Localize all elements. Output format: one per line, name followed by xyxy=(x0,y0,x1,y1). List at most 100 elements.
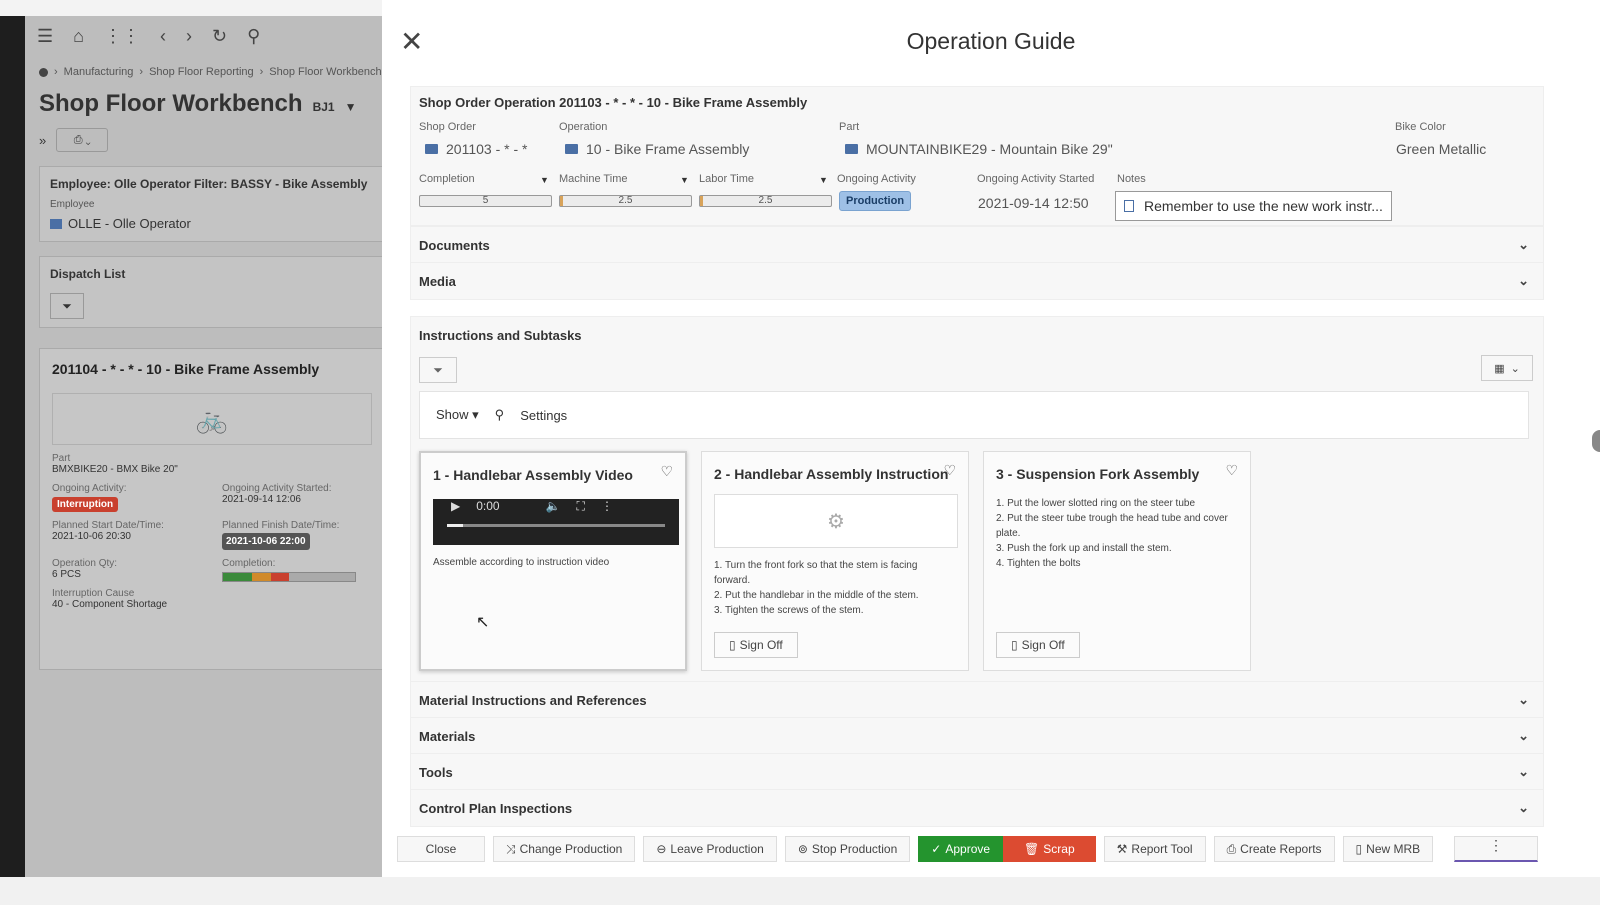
control-plan-section[interactable]: Control Plan Inspections ⌄ xyxy=(410,789,1544,827)
breadcrumb-item[interactable]: Shop Floor Reporting xyxy=(149,66,254,78)
chevron-down-icon[interactable]: ⌄ xyxy=(1518,728,1529,744)
apps-grid-icon[interactable]: ⋮⋮ xyxy=(104,26,140,47)
play-icon[interactable]: ▶ xyxy=(451,499,460,514)
instructions-section: Instructions and Subtasks ⏷ ▦ ⌄ Show ▾ ⚲ … xyxy=(410,316,1544,694)
caret-down-icon[interactable]: ▼ xyxy=(819,175,828,185)
material-instructions-section[interactable]: Material Instructions and References ⌄ xyxy=(410,681,1544,719)
view-selector[interactable]: ⎙ ⌄ xyxy=(56,128,109,152)
qty-value: 6 PCS xyxy=(52,569,81,580)
side-handle[interactable] xyxy=(1592,430,1600,452)
forward-icon[interactable]: › xyxy=(186,26,192,47)
status-badge: Production xyxy=(839,191,912,211)
operation-heading: Shop Order Operation 201103 - * - * - 10… xyxy=(419,95,808,110)
instruction-card[interactable]: 2 - Handlebar Assembly Instruction ♡ ⚙ 1… xyxy=(701,451,969,671)
show-dropdown[interactable]: Show ▾ xyxy=(436,407,479,423)
expand-icon[interactable]: » xyxy=(39,133,46,148)
print-icon: ⎙ xyxy=(1226,841,1237,856)
filter-icon[interactable]: ⏷ xyxy=(50,293,84,319)
completion-bar: 5 xyxy=(419,195,552,207)
report-tool-button[interactable]: ⚒ Report Tool xyxy=(1103,836,1206,862)
app-root: ☰ ⌂ ⋮⋮ ‹ › ↻ ⚲ › Manufacturing › Shop Fl… xyxy=(0,0,1600,905)
machine-time-label: Machine Time xyxy=(559,173,628,185)
shuffle-icon: ⤨ xyxy=(506,841,516,856)
fullscreen-icon[interactable]: ⛶ xyxy=(577,499,585,514)
instruction-card[interactable]: 3 - Suspension Fork Assembly ♡ 1. Put th… xyxy=(983,451,1251,671)
chevron-down-icon[interactable]: ⌄ xyxy=(1518,273,1529,289)
scrap-button[interactable]: 🗑 Scrap xyxy=(1003,836,1096,862)
breadcrumb-home-icon[interactable] xyxy=(39,67,48,77)
caret-down-icon[interactable]: ▼ xyxy=(540,175,549,185)
video-time: 0:00 xyxy=(476,499,500,513)
sign-off-button[interactable]: ▯ Sign Off xyxy=(996,632,1080,658)
clipboard-icon: ▯ xyxy=(1011,638,1018,652)
record-icon xyxy=(50,218,62,229)
title-suffix[interactable]: BJ1 xyxy=(313,100,335,114)
heart-icon[interactable]: ♡ xyxy=(660,463,673,480)
planned-start-value: 2021-10-06 20:30 xyxy=(52,531,131,542)
operation-value[interactable]: 10 - Bike Frame Assembly xyxy=(565,141,749,157)
video-player[interactable]: ▶ 0:00 🔈 ⛶ ⋮ xyxy=(433,499,679,545)
tool-icon: ⚒ xyxy=(1116,842,1128,856)
labor-time-bar: 2.5 xyxy=(699,195,832,207)
part-value[interactable]: MOUNTAINBIKE29 - Mountain Bike 29" xyxy=(845,141,1113,157)
heart-icon[interactable]: ♡ xyxy=(1225,462,1238,479)
card-title: 2 - Handlebar Assembly Instruction xyxy=(714,466,949,482)
breadcrumb-item[interactable]: Shop Floor Workbench xyxy=(269,66,381,78)
chevron-down-icon: ⌄ xyxy=(1510,362,1520,375)
search-icon[interactable]: ⚲ xyxy=(495,407,505,423)
menu-icon[interactable]: ☰ xyxy=(37,26,53,47)
more-options-icon[interactable]: ⋮ xyxy=(1454,836,1538,862)
grid-view-button[interactable]: ▦ ⌄ xyxy=(1481,355,1533,381)
documents-section[interactable]: Documents ⌄ xyxy=(410,226,1544,264)
back-icon[interactable]: ‹ xyxy=(160,26,166,47)
more-options-icon[interactable]: ⋮ xyxy=(601,499,613,514)
create-reports-button[interactable]: ⎙ Create Reports xyxy=(1213,836,1335,862)
leave-production-button[interactable]: ⊖ Leave Production xyxy=(643,836,777,862)
tools-section[interactable]: Tools ⌄ xyxy=(410,753,1544,791)
employee-value[interactable]: OLLE - Olle Operator xyxy=(50,216,373,231)
instructions-heading: Instructions and Subtasks xyxy=(419,327,582,343)
refresh-icon[interactable]: ↻ xyxy=(212,26,227,47)
media-section[interactable]: Media ⌄ xyxy=(410,262,1544,300)
home-icon[interactable]: ⌂ xyxy=(73,26,84,47)
notes-field[interactable]: Remember to use the new work instr... xyxy=(1115,191,1392,221)
card-title: 1 - Handlebar Assembly Video xyxy=(433,467,633,483)
search-icon[interactable]: ⚲ xyxy=(247,26,260,47)
volume-icon[interactable]: 🔈 xyxy=(546,499,561,514)
caret-down-icon[interactable]: ▼ xyxy=(680,175,689,185)
operation-guide-panel: ✕ Operation Guide Shop Order Operation 2… xyxy=(382,0,1600,877)
bottom-strip xyxy=(0,877,1600,905)
chevron-down-icon[interactable]: ⌄ xyxy=(1518,800,1529,816)
settings-link[interactable]: Settings xyxy=(520,408,567,423)
document-icon: ▯ xyxy=(1355,842,1363,856)
breadcrumb: › Manufacturing › Shop Floor Reporting ›… xyxy=(25,56,382,78)
video-progress[interactable] xyxy=(447,524,665,527)
close-button[interactable]: Close xyxy=(397,836,485,862)
shop-order-value[interactable]: 201103 - * - * xyxy=(425,141,527,157)
instruction-card[interactable]: 1 - Handlebar Assembly Video ♡ ▶ 0:00 🔈 … xyxy=(419,451,687,671)
document-icon xyxy=(1124,200,1134,212)
sign-off-button[interactable]: ▯ Sign Off xyxy=(714,632,798,658)
notes-label: Notes xyxy=(1117,173,1146,185)
handlebar-image: ⚙ xyxy=(714,494,958,548)
chevron-down-icon[interactable]: ⌄ xyxy=(1518,764,1529,780)
new-mrb-button[interactable]: ▯ New MRB xyxy=(1342,836,1434,862)
clipboard-icon: ▯ xyxy=(729,638,736,652)
chevron-down-icon[interactable]: ⌄ xyxy=(1518,692,1529,708)
caret-down-icon[interactable]: ▼ xyxy=(345,100,357,114)
card-text: Assemble according to instruction video xyxy=(433,557,610,568)
change-production-button[interactable]: ⤨ Change Production xyxy=(493,836,636,862)
filter-icon[interactable]: ⏷ xyxy=(419,357,457,383)
panel-title: Operation Guide xyxy=(906,28,1076,54)
left-nav-strip xyxy=(0,16,25,877)
stop-production-button[interactable]: ⊚ Stop Production xyxy=(784,836,911,862)
bike-icon: 🚲 xyxy=(52,393,372,445)
chevron-down-icon[interactable]: ⌄ xyxy=(1518,237,1529,253)
materials-section[interactable]: Materials ⌄ xyxy=(410,717,1544,755)
heart-icon[interactable]: ♡ xyxy=(943,462,956,479)
planned-finish-label: Planned Finish Date/Time: xyxy=(222,520,340,531)
breadcrumb-item[interactable]: Manufacturing xyxy=(64,66,134,78)
approve-button[interactable]: ✓ Approve xyxy=(918,836,1004,862)
work-order-card[interactable]: 201104 - * - * - 10 - Bike Frame Assembl… xyxy=(39,348,382,670)
shop-order-label: Shop Order xyxy=(419,121,476,133)
